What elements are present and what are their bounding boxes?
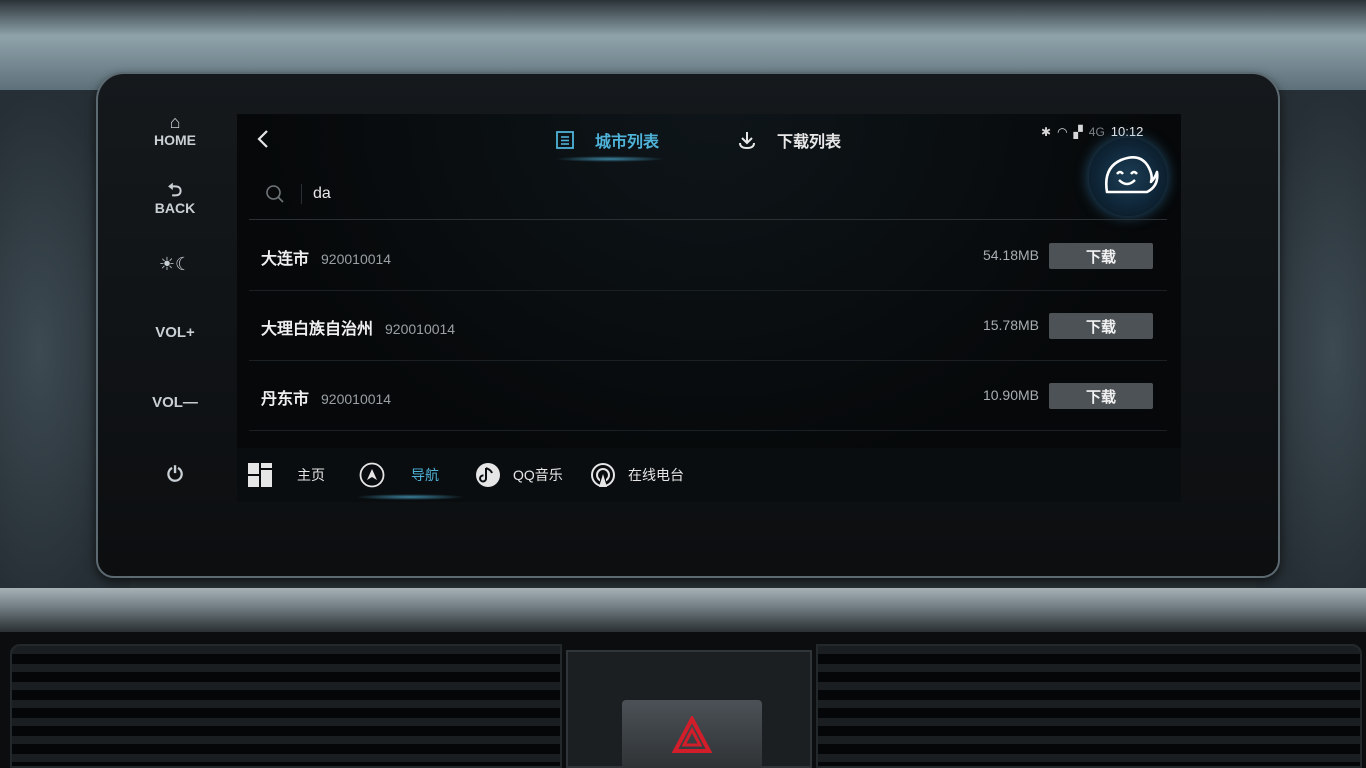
city-file-size: 10.90MB: [982, 387, 1039, 403]
volume-up-hardkey[interactable]: VOL+: [130, 324, 220, 341]
download-button[interactable]: 下载: [1049, 243, 1153, 269]
hazard-icon: [672, 716, 712, 753]
city-code: 920010014: [321, 391, 392, 407]
bottom-dock: 主页 导航 QQ音乐 在线电台: [237, 448, 1181, 502]
qq-music-icon: [476, 463, 500, 487]
back-button[interactable]: [251, 126, 275, 152]
bluetooth-icon: ✱: [1041, 124, 1052, 139]
tab-city-list[interactable]: 城市列表: [555, 126, 659, 154]
dock-active-indicator: [355, 494, 465, 500]
volume-down-hardkey[interactable]: VOL—: [130, 394, 220, 411]
status-bar: ✱ ◠ ▞ 4G 10:12: [1041, 124, 1143, 139]
clock: 10:12: [1110, 124, 1144, 139]
city-file-size: 54.18MB: [982, 247, 1039, 263]
download-icon: [739, 132, 755, 150]
signal-icon: ▞: [1073, 124, 1083, 139]
radio-icon: [591, 463, 615, 487]
list-icon: [556, 131, 574, 149]
dock-qq-music-label: QQ音乐: [513, 467, 563, 483]
search-input[interactable]: [313, 180, 913, 208]
tab-city-list-label: 城市列表: [595, 134, 660, 151]
volume-down-label: VOL—: [152, 394, 198, 411]
network-type: 4G: [1088, 124, 1105, 139]
city-name-label: 大连市: [261, 251, 310, 268]
brightness-icon: ☀☾: [158, 254, 192, 274]
dock-online-radio-label: 在线电台: [628, 467, 684, 483]
home-grid-icon: [248, 463, 272, 487]
city-name-label: 大理白族自治州: [261, 321, 374, 338]
search-divider: [301, 184, 302, 204]
home-hardkey[interactable]: ⌂ HOME: [130, 112, 220, 148]
city-row[interactable]: 大理白族自治州 920010014 15.78MB 下载: [249, 291, 1167, 361]
volume-up-label: VOL+: [155, 324, 195, 341]
back-arrow-icon: ⮌: [167, 180, 183, 200]
air-vent-right: [816, 644, 1362, 768]
tab-active-indicator: [555, 156, 665, 162]
search-icon: [266, 185, 284, 203]
dock-home-label: 主页: [297, 467, 325, 483]
power-icon: ⏻: [167, 464, 183, 486]
tab-download-list[interactable]: 下载列表: [737, 126, 841, 154]
power-hardkey[interactable]: ⏻: [130, 464, 220, 487]
search-bar: [249, 170, 1167, 220]
download-button[interactable]: 下载: [1049, 313, 1153, 339]
air-vent-left: [10, 644, 562, 768]
home-hardkey-label: HOME: [154, 132, 196, 148]
dock-navigation-label: 导航: [411, 467, 439, 483]
city-code: 920010014: [321, 251, 392, 267]
dock-navigation[interactable]: 导航: [359, 461, 439, 489]
dock-home[interactable]: 主页: [247, 461, 325, 489]
city-file-size: 15.78MB: [982, 317, 1039, 333]
city-name: 大连市 920010014: [261, 245, 391, 269]
city-row[interactable]: 大连市 920010014 54.18MB 下载: [249, 221, 1167, 291]
dock-online-radio[interactable]: 在线电台: [590, 461, 684, 489]
top-bar: 城市列表 下载列表 ✱ ◠ ▞ 4G 10:12: [237, 114, 1181, 216]
city-name: 大理白族自治州 920010014: [261, 315, 455, 339]
city-name-label: 丹东市: [261, 391, 310, 408]
city-row[interactable]: 丹东市 920010014 10.90MB 下载: [249, 361, 1167, 431]
navigation-icon: [359, 462, 385, 488]
city-code: 920010014: [385, 321, 456, 337]
back-hardkey-label: BACK: [154, 200, 196, 216]
infotainment-screen: 城市列表 下载列表 ✱ ◠ ▞ 4G 10:12 da 大连市 92001001…: [237, 114, 1181, 502]
tab-download-list-label: 下载列表: [777, 134, 842, 151]
brightness-hardkey[interactable]: ☀☾: [130, 254, 220, 275]
back-hardkey[interactable]: ⮌ BACK: [130, 180, 220, 216]
dock-qq-music[interactable]: QQ音乐: [475, 461, 563, 489]
dashboard-trim-rail: [0, 588, 1366, 632]
house-icon: ⌂: [169, 112, 181, 132]
wifi-icon: ◠: [1057, 124, 1068, 139]
chevron-left-icon: [257, 130, 268, 148]
city-name: 丹东市 920010014: [261, 385, 391, 409]
download-button[interactable]: 下载: [1049, 383, 1153, 409]
